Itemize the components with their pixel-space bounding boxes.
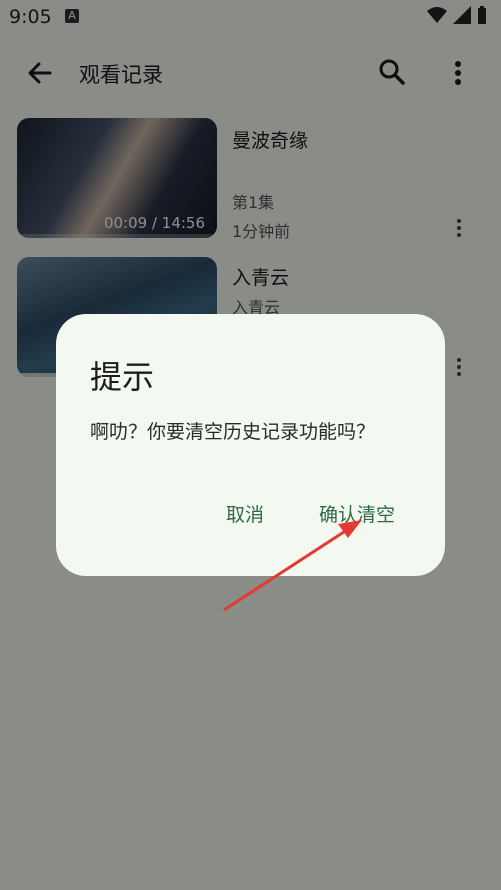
dialog-title: 提示 [90,358,155,396]
confirm-dialog: 提示 啊叻？你要清空历史记录功能吗？ 取消 确认清空 [56,314,445,576]
cancel-button[interactable]: 取消 [220,496,270,531]
confirm-clear-button[interactable]: 确认清空 [313,496,401,531]
dialog-message: 啊叻？你要清空历史记录功能吗？ [90,421,376,443]
